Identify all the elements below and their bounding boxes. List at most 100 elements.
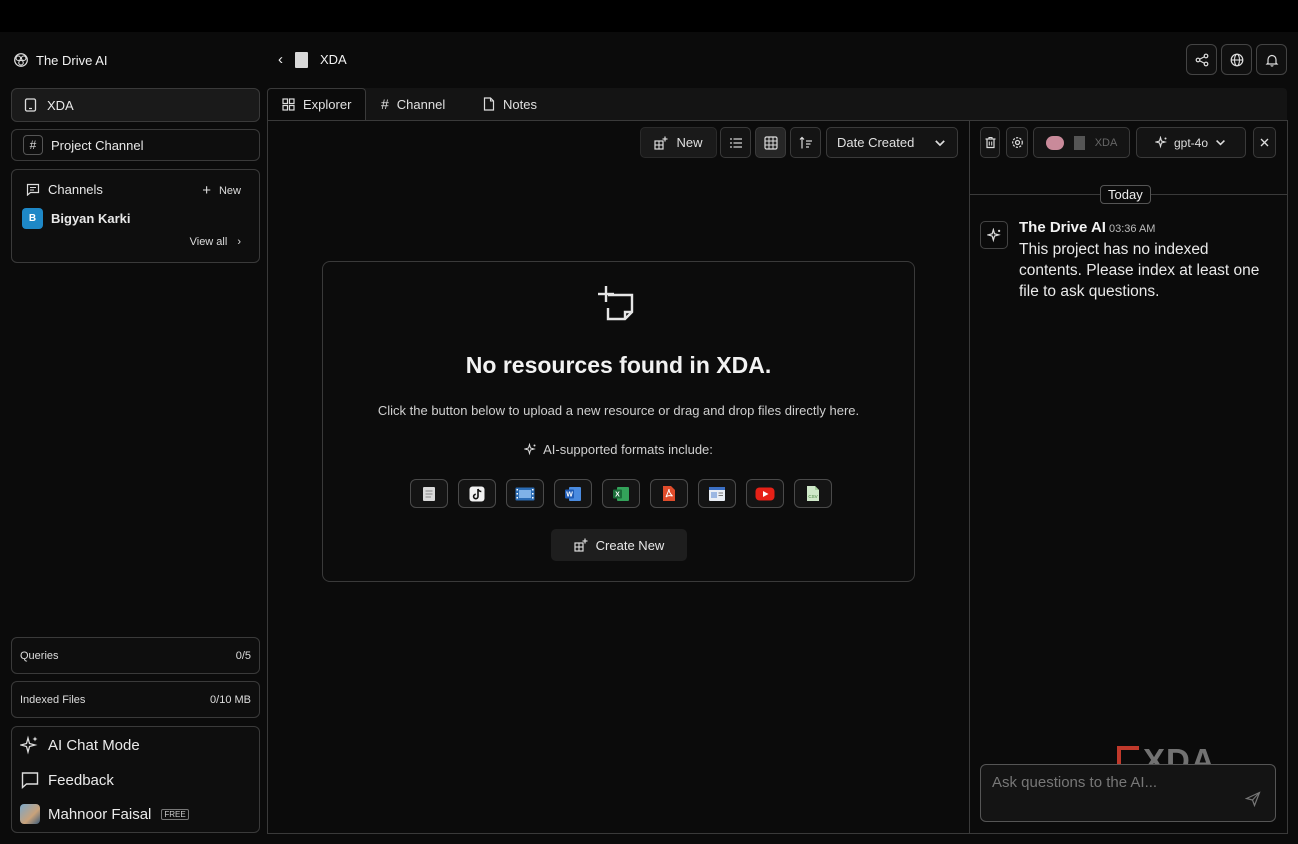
date-divider: Today: [1100, 185, 1151, 204]
tab-bar: Explorer # Channel Notes: [267, 88, 1287, 120]
feedback-label: Feedback: [48, 771, 114, 789]
globe-button[interactable]: [1221, 44, 1252, 75]
indexed-files-usage: Indexed Files 0/10 MB: [11, 681, 260, 718]
new-resource-button[interactable]: New: [640, 127, 717, 158]
channels-panel: Channels + New B Bigyan Karki View all ›: [11, 169, 260, 263]
tiktok-format-icon: [458, 479, 496, 508]
formats-row: W X CSV: [410, 479, 832, 508]
message-header: The Drive AI 03:36 AM: [1019, 219, 1155, 236]
svg-text:X: X: [615, 491, 620, 498]
empty-state-card: No resources found in XDA. Click the but…: [322, 261, 915, 582]
context-selector[interactable]: XDA: [1033, 127, 1130, 158]
project-channel-label: Project Channel: [51, 137, 144, 153]
chevron-down-icon: [935, 139, 945, 146]
hash-icon: #: [23, 135, 43, 155]
channels-title: Channels: [48, 182, 103, 197]
empty-state-subtitle: Click the button below to upload a new r…: [377, 403, 860, 418]
message-time: 03:36 AM: [1108, 223, 1156, 235]
sidebar-bottom-menu: AI Chat Mode Feedback Mahnoor Faisal FRE…: [11, 726, 260, 833]
document-format-icon: [410, 479, 448, 508]
window-top-bar: [0, 0, 1298, 32]
tab-channel-label: Channel: [396, 96, 446, 112]
new-channel-button[interactable]: + New: [202, 182, 241, 199]
sparkle-icon: [20, 735, 38, 755]
svg-text:CSV: CSV: [808, 494, 817, 499]
chat-icon: [26, 183, 40, 196]
sidebar-workspace-item[interactable]: XDA: [11, 88, 260, 122]
create-new-label: Create New: [595, 537, 665, 553]
video-format-icon: [506, 479, 544, 508]
svg-text:W: W: [566, 491, 573, 498]
delete-chat-button[interactable]: [980, 127, 1000, 158]
globe-icon: [1230, 53, 1243, 66]
share-icon: [1195, 53, 1208, 66]
chat-settings-button[interactable]: [1006, 127, 1028, 158]
queries-usage: Queries 0/5: [11, 637, 260, 674]
close-icon: [1260, 138, 1269, 147]
plus-icon: +: [202, 182, 211, 199]
message-square-icon: [21, 772, 39, 790]
ai-chat-mode-item[interactable]: AI Chat Mode: [20, 735, 140, 755]
ai-chat-mode-label: AI Chat Mode: [48, 736, 140, 754]
avatar: B: [22, 208, 43, 229]
table-grid-icon: [763, 135, 778, 150]
pdf-format-icon: [650, 479, 688, 508]
web-format-icon: [698, 479, 736, 508]
user-profile-item[interactable]: Mahnoor Faisal FREE: [20, 804, 189, 824]
brand[interactable]: The Drive AI: [12, 51, 108, 69]
note-icon: [483, 97, 495, 111]
plan-badge: FREE: [161, 808, 189, 820]
sort-select[interactable]: Date Created: [826, 127, 958, 158]
feedback-item[interactable]: Feedback: [20, 770, 114, 790]
sparkle-icon: [986, 227, 1001, 242]
message-text: This project has no indexed contents. Pl…: [1019, 241, 1260, 300]
sort-icon: [799, 136, 812, 148]
sort-select-value: Date Created: [837, 135, 915, 150]
chat-input[interactable]: Ask questions to the AI...: [980, 764, 1276, 822]
sidebar-item-project-channel[interactable]: # Project Channel: [11, 129, 260, 161]
trash-icon: [985, 136, 995, 149]
list-view-button[interactable]: [720, 127, 751, 158]
ai-avatar: [980, 221, 1008, 249]
add-block-icon: [654, 136, 668, 150]
context-label: XDA: [1094, 136, 1118, 149]
hash-icon: #: [381, 96, 389, 112]
tab-channel[interactable]: # Channel: [381, 88, 445, 120]
create-new-button[interactable]: Create New: [551, 529, 687, 561]
model-label: gpt-4o: [1173, 135, 1209, 150]
document-icon: [1073, 135, 1085, 150]
notifications-button[interactable]: [1256, 44, 1287, 75]
youtube-format-icon: [746, 479, 784, 508]
brain-icon: [1045, 135, 1064, 150]
close-chat-button[interactable]: [1253, 127, 1276, 158]
channel-item-user[interactable]: B Bigyan Karki: [22, 208, 130, 229]
page-title: XDA: [320, 52, 347, 67]
header-actions: [1186, 44, 1287, 75]
excel-format-icon: X: [602, 479, 640, 508]
new-resource-label: New: [676, 135, 703, 150]
tab-notes[interactable]: Notes: [483, 88, 537, 120]
queries-label: Queries: [20, 649, 59, 662]
tab-explorer[interactable]: Explorer: [267, 88, 367, 120]
queries-value: 0/5: [235, 649, 251, 662]
brain-logo-icon: [14, 53, 28, 67]
tab-explorer-label: Explorer: [303, 97, 352, 112]
add-block-icon: [574, 538, 588, 552]
chat-input-placeholder: Ask questions to the AI...: [992, 774, 1158, 791]
view-all-link[interactable]: View all ›: [190, 236, 241, 248]
back-chevron-icon[interactable]: ‹: [278, 51, 283, 68]
channels-header: Channels: [26, 182, 103, 197]
add-file-icon: [598, 286, 634, 321]
send-icon[interactable]: [1245, 791, 1261, 807]
model-selector[interactable]: gpt-4o: [1136, 127, 1246, 158]
indexed-label: Indexed Files: [20, 693, 86, 706]
share-button[interactable]: [1186, 44, 1217, 75]
grid-view-button[interactable]: [755, 127, 786, 158]
sparkle-icon: [524, 443, 536, 456]
document-icon: [295, 51, 308, 68]
gear-icon: [1011, 137, 1023, 148]
sort-order-button[interactable]: [790, 127, 821, 158]
user-avatar: [20, 804, 40, 824]
word-format-icon: W: [554, 479, 592, 508]
chevron-down-icon: [1216, 139, 1225, 146]
